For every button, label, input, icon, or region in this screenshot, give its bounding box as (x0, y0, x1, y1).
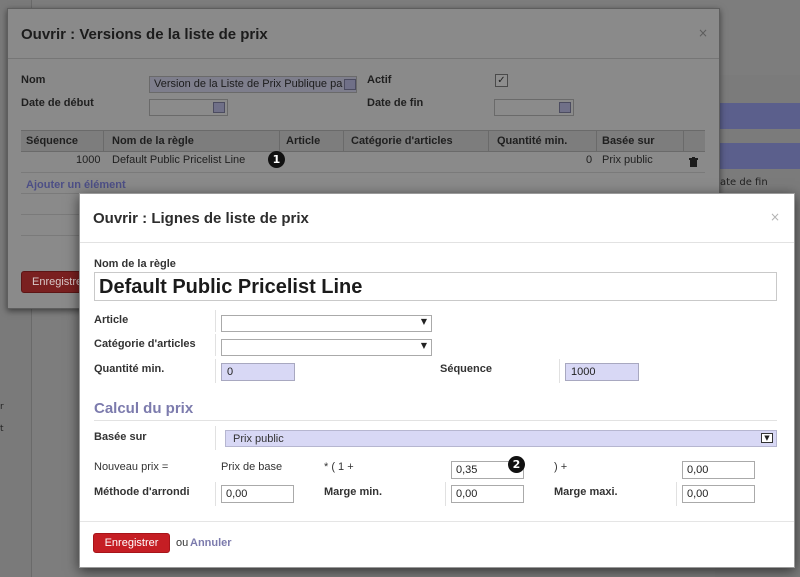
surcharge-input[interactable]: 0,00 (682, 461, 755, 479)
save-button[interactable]: Enregistrer (93, 533, 170, 553)
active-checkbox[interactable]: ✓ (495, 74, 508, 87)
pricelist-line-dialog: Ouvrir : Lignes de liste de prix × Nom d… (79, 193, 795, 568)
article-select[interactable]: ▼ (221, 315, 432, 332)
or-text: ou (176, 537, 189, 549)
background-band (715, 143, 800, 169)
based-on-label: Basée sur (94, 431, 147, 443)
rounding-label: Méthode d'arrondi (94, 486, 190, 498)
close-icon[interactable]: × (698, 26, 708, 40)
dialog-title: Ouvrir : Versions de la liste de prix (21, 26, 268, 43)
category-select[interactable]: ▼ (221, 339, 432, 356)
annotation-badge-1: 1 (268, 151, 285, 168)
chevron-down-icon: ▼ (761, 433, 773, 443)
rules-table-header: Séquence Nom de la règle Article Catégor… (21, 130, 705, 152)
chevron-down-icon: ▼ (420, 341, 427, 350)
end-date-label: Date de fin (367, 97, 424, 109)
based-on-value: Prix public (233, 433, 284, 445)
min-qty-label: Quantité min. (94, 363, 165, 375)
column-header[interactable]: Séquence (26, 135, 78, 147)
section-title: Calcul du prix (94, 400, 194, 417)
rounding-input[interactable]: 0,00 (221, 485, 294, 503)
column-header[interactable]: Nom de la règle (112, 135, 194, 147)
cancel-link[interactable]: Annuler (190, 537, 232, 549)
start-date-label: Date de début (21, 97, 94, 109)
calendar-icon[interactable] (213, 102, 225, 113)
background-left-mark: t (0, 424, 4, 434)
column-header[interactable]: Quantité min. (497, 135, 567, 147)
annotation-badge-2: 2 (508, 456, 525, 473)
max-margin-input[interactable]: 0,00 (682, 485, 755, 503)
background-band (715, 103, 800, 129)
row-min-qty: 0 (586, 154, 593, 166)
dialog-header: Ouvrir : Versions de la liste de prix × (8, 9, 719, 59)
based-on-select[interactable]: Prix public ▼ (225, 430, 777, 447)
base-price-text: Prix de base (221, 461, 283, 473)
calendar-icon[interactable] (559, 102, 571, 113)
rule-name-input[interactable]: Default Public Pricelist Line (94, 272, 777, 301)
active-label: Actif (367, 74, 392, 86)
min-qty-input[interactable]: 0 (221, 363, 295, 381)
dialog-title: Ouvrir : Lignes de liste de prix (93, 210, 309, 227)
background-left-mark: r (0, 402, 4, 412)
name-field[interactable]: Version de la Liste de Prix Publique pa (149, 76, 357, 93)
min-margin-input[interactable]: 0,00 (451, 485, 524, 503)
column-header[interactable]: Article (286, 135, 320, 147)
min-margin-label: Marge min. (324, 486, 383, 498)
rule-name-label: Nom de la règle (94, 258, 176, 270)
new-price-label: Nouveau prix = (94, 461, 169, 473)
row-rule-name: Default Public Pricelist Line (112, 154, 246, 166)
close-icon[interactable]: × (770, 210, 780, 224)
name-label: Nom (21, 74, 46, 86)
name-value: Version de la Liste de Prix Publique pa (154, 78, 343, 90)
trash-icon[interactable] (689, 157, 698, 167)
plus-text: ) + (554, 461, 568, 473)
sequence-label: Séquence (440, 363, 492, 375)
category-label: Catégorie d'articles (94, 338, 196, 350)
background-end-date-label: ate de fin (720, 177, 768, 188)
dialog-header: Ouvrir : Lignes de liste de prix × (80, 194, 794, 243)
column-header[interactable]: Basée sur (602, 135, 655, 147)
external-link-icon[interactable] (344, 79, 356, 90)
column-header[interactable]: Catégorie d'articles (351, 135, 453, 147)
max-margin-label: Marge maxi. (554, 486, 618, 498)
sequence-input[interactable]: 1000 (565, 363, 639, 381)
chevron-down-icon: ▼ (420, 317, 427, 326)
multiplier-text: * ( 1 + (324, 461, 354, 473)
article-label: Article (94, 314, 129, 326)
row-based-on: Prix public (602, 154, 653, 166)
row-sequence: 1000 (76, 154, 101, 166)
add-item-link[interactable]: Ajouter un élément (26, 179, 126, 191)
